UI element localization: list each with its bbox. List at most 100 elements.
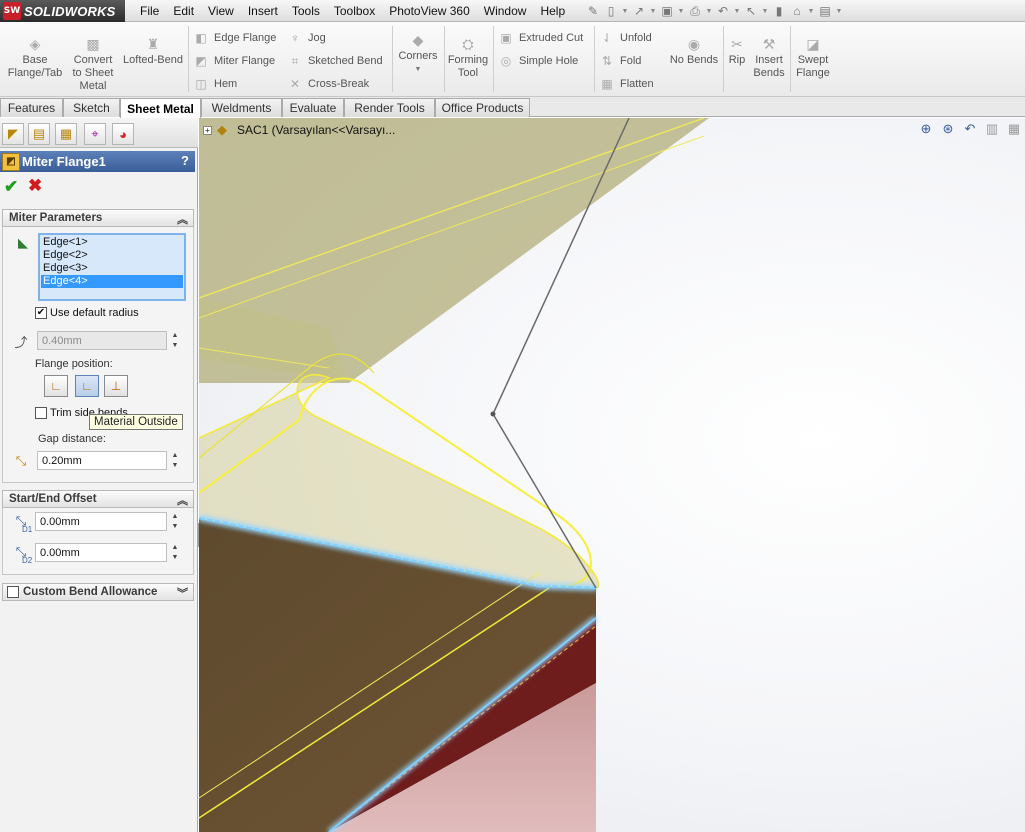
open-dropdown-icon[interactable]: ▼ [649,3,657,19]
tab-evaluate[interactable]: Evaluate [282,98,344,117]
material-inside-button[interactable]: ∟ [44,375,68,397]
sketch-point[interactable] [490,411,496,417]
simple-hole-button[interactable]: ◎ Simple Hole [498,51,579,71]
menu-toolbox[interactable]: Toolbox [327,4,382,18]
list-item[interactable]: Edge<2> [41,249,183,262]
lofted-bend-button[interactable]: ♜ Lofted-Bend [121,36,185,67]
miter-flange-button[interactable]: ◩ Miter Flange [193,51,275,71]
rebuild-icon[interactable]: ▮ [771,3,787,19]
tab-render-tools[interactable]: Render Tools [344,98,435,117]
bend-radius-spinner-icon[interactable]: ▲ ▼ [169,331,181,350]
collapse-chevron-icon[interactable]: ︽ [177,211,188,227]
end-offset-spinner-icon[interactable]: ▲ ▼ [169,543,181,562]
base-flange-button[interactable]: ◈ Base Flange/Tab [4,36,66,80]
corners-dropdown-icon[interactable]: ▼ [396,63,440,76]
gap-distance-field[interactable]: 0.20mm ▲ ▼ [37,451,181,470]
cancel-button[interactable]: ✖ [28,176,42,196]
previous-view-icon[interactable]: ↶ [961,120,979,138]
property-manager-tab-icon[interactable]: ▤ [28,123,50,145]
fold-button[interactable]: ⇅ Fold [599,51,641,71]
start-offset-field[interactable]: 0.00mm ▲ ▼ [35,512,181,531]
pin-icon[interactable]: ✎ [585,3,601,19]
gap-distance-input[interactable]: 0.20mm [37,451,167,470]
print-dropdown-icon[interactable]: ▼ [705,3,713,19]
configuration-manager-tab-icon[interactable]: ▦ [55,123,77,145]
tab-features[interactable]: Features [0,98,63,117]
open-icon[interactable]: ↗ [631,3,647,19]
edge-selection-list[interactable]: Edge<1> Edge<2> Edge<3> Edge<4> [38,233,186,301]
expand-icon[interactable]: + [203,125,212,135]
save-icon[interactable]: ▣ [659,3,675,19]
hem-button[interactable]: ◫ Hem [193,74,237,94]
convert-to-sheet-metal-button[interactable]: ▩ Convert to Sheet Metal [68,36,118,93]
unfold-button[interactable]: ⇃ Unfold [599,28,652,48]
section-view-icon[interactable]: ▥ [983,120,1001,138]
display-manager-tab-icon[interactable]: ◕ [112,123,134,145]
help-button[interactable]: ? [181,153,189,168]
select-icon[interactable]: ↖ [743,3,759,19]
jog-button[interactable]: ♆ Jog [287,28,326,48]
flatten-button[interactable]: ▦ Flatten [599,74,653,94]
dimxpert-tab-icon[interactable]: ⌖ [84,123,106,145]
extruded-cut-button[interactable]: ▣ Extruded Cut [498,28,583,48]
gap-distance-spinner-icon[interactable]: ▲ ▼ [169,451,181,470]
menu-window[interactable]: Window [477,4,534,18]
bend-outside-button[interactable]: ⊥ [104,375,128,397]
save-dropdown-icon[interactable]: ▼ [677,3,685,19]
new-dropdown-icon[interactable]: ▼ [621,3,629,19]
tab-office-products[interactable]: Office Products [435,98,530,117]
sketched-bend-button[interactable]: ⌗ Sketched Bend [287,51,383,71]
bend-radius-input[interactable]: 0.40mm [37,331,167,350]
cross-break-button[interactable]: ✕ Cross-Break [287,74,369,94]
print-icon[interactable]: ⎙ [687,3,703,19]
tab-weldments[interactable]: Weldments [201,98,282,117]
file-properties-icon[interactable]: ⌂ [789,3,805,19]
collapse-chevron-icon[interactable]: ︽ [177,492,188,508]
start-end-offset-header[interactable]: Start/End Offset ︽ [2,490,194,508]
feature-tree-flyout[interactable]: + ◆ SAC1 (Varsayılan<<Varsayı... [203,122,395,138]
custom-bend-allowance-header[interactable]: Custom Bend Allowance ︾ [2,583,194,601]
tab-sheet-metal[interactable]: Sheet Metal [120,98,201,118]
start-offset-spinner-icon[interactable]: ▲ ▼ [169,512,181,531]
file-properties-dropdown-icon[interactable]: ▼ [807,3,815,19]
menu-insert[interactable]: Insert [241,4,285,18]
graphics-area[interactable]: + ◆ SAC1 (Varsayılan<<Varsayı... ⊕ ⊛ ↶ ▥… [199,118,1025,832]
miter-parameters-header[interactable]: Miter Parameters ︽ [2,209,194,227]
undo-icon[interactable]: ↶ [715,3,731,19]
feature-manager-tab-icon[interactable]: ◤ [2,123,24,145]
menu-help[interactable]: Help [533,4,572,18]
view-orientation-icon[interactable]: ▦ [1005,120,1023,138]
tab-sketch[interactable]: Sketch [63,98,120,117]
corners-button[interactable]: ◆ Corners ▼ [396,32,440,76]
custom-bend-allowance-checkbox[interactable] [7,586,19,598]
end-offset-field[interactable]: 0.00mm ▲ ▼ [35,543,181,562]
swept-flange-button[interactable]: ◪ Swept Flange [794,36,832,80]
options-dropdown-icon[interactable]: ▼ [835,3,843,19]
menu-edit[interactable]: Edit [166,4,201,18]
forming-tool-button[interactable]: ⛭ Forming Tool [446,36,490,80]
solidworks-logo[interactable]: SW SOLIDWORKS [0,0,125,22]
menu-view[interactable]: View [201,4,241,18]
ok-button[interactable]: ✔ [4,177,18,197]
options-icon[interactable]: ▤ [817,3,833,19]
end-offset-input[interactable]: 0.00mm [35,543,167,562]
new-document-icon[interactable]: ▯ [603,3,619,19]
select-dropdown-icon[interactable]: ▼ [761,3,769,19]
menu-file[interactable]: File [133,4,166,18]
zoom-to-fit-icon[interactable]: ⊕ [917,120,935,138]
menu-tools[interactable]: Tools [285,4,327,18]
list-item[interactable]: Edge<1> [41,236,183,249]
bend-radius-field[interactable]: 0.40mm ▲ ▼ [37,331,181,350]
zoom-to-area-icon[interactable]: ⊛ [939,120,957,138]
start-offset-input[interactable]: 0.00mm [35,512,167,531]
undo-dropdown-icon[interactable]: ▼ [733,3,741,19]
no-bends-button[interactable]: ◉ No Bends [668,36,720,67]
insert-bends-button[interactable]: ⚒ Insert Bends [751,36,787,80]
menu-photoview[interactable]: PhotoView 360 [382,4,477,18]
expand-chevron-icon[interactable]: ︾ [177,585,188,601]
material-outside-button[interactable]: ∟ [75,375,99,397]
use-default-radius-checkbox[interactable]: ✔ Use default radius [35,307,139,319]
rip-button[interactable]: ✂ Rip [726,36,748,67]
edge-flange-button[interactable]: ◧ Edge Flange [193,28,276,48]
list-item-selected[interactable]: Edge<4> [41,275,183,288]
